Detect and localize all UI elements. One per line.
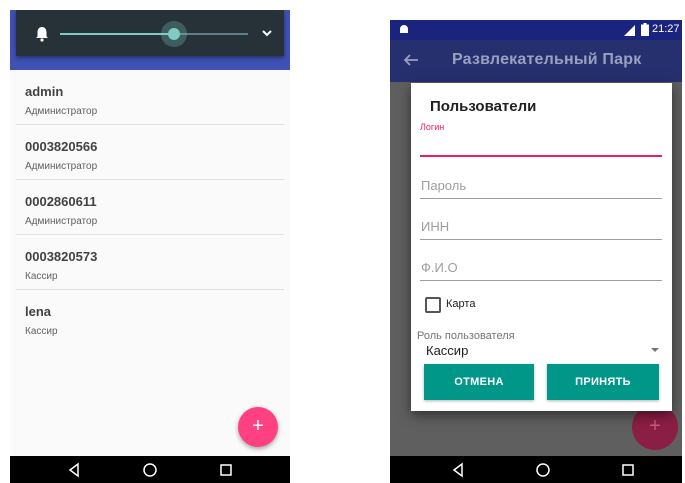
battery-icon xyxy=(641,23,649,36)
user-role: Администратор xyxy=(25,161,98,172)
app-toolbar: Развлекательный Парк xyxy=(390,40,682,82)
user-role: Администратор xyxy=(25,216,98,227)
login-field-label: Логин xyxy=(420,122,445,132)
back-triangle-icon[interactable] xyxy=(66,462,82,478)
user-login: 0003820566 xyxy=(25,139,98,154)
navigation-bar xyxy=(390,456,682,483)
fio-underline xyxy=(420,280,662,281)
left-phone-screen: admin Администратор 0003820566 Администр… xyxy=(10,10,290,483)
add-user-button[interactable]: + xyxy=(238,407,278,447)
user-login: 0002860611 xyxy=(25,194,97,209)
volume-panel xyxy=(16,10,284,56)
login-field[interactable] xyxy=(420,135,662,157)
dropdown-arrow-icon[interactable] xyxy=(651,348,659,352)
list-item[interactable]: admin Администратор xyxy=(16,70,284,125)
back-triangle-icon[interactable] xyxy=(450,462,466,478)
user-list: admin Администратор 0003820566 Администр… xyxy=(10,70,290,344)
list-item[interactable]: 0003820566 Администратор xyxy=(16,125,284,180)
inn-placeholder: ИНН xyxy=(421,219,450,234)
inn-field[interactable]: ИНН xyxy=(420,216,662,240)
fio-placeholder: Ф.И.О xyxy=(421,260,458,275)
right-phone-screen: 21:27 Развлекательный Парк + Пользовател… xyxy=(390,20,682,483)
user-login: 0003820573 xyxy=(25,249,98,264)
user-login: admin xyxy=(25,84,64,99)
dialog-title: Пользователи xyxy=(430,98,537,115)
chevron-down-icon[interactable] xyxy=(260,26,274,40)
fio-field[interactable]: Ф.И.О xyxy=(420,256,662,281)
volume-slider-thumb[interactable] xyxy=(168,28,180,40)
accept-button[interactable]: ПРИНЯТЬ xyxy=(547,364,659,400)
password-underline xyxy=(420,198,662,199)
role-label: Роль пользователя xyxy=(417,330,515,342)
list-item[interactable]: 0003820573 Кассир xyxy=(16,235,284,290)
recents-square-icon[interactable] xyxy=(620,462,636,478)
inn-underline xyxy=(420,239,662,240)
user-login: lena xyxy=(25,304,52,319)
status-time: 21:27 xyxy=(652,23,680,35)
recents-square-icon[interactable] xyxy=(218,462,234,478)
password-placeholder: Пароль xyxy=(421,178,467,193)
home-circle-icon[interactable] xyxy=(142,462,158,478)
user-role: Кассир xyxy=(25,271,58,282)
page-title: Развлекательный Парк xyxy=(452,51,642,68)
card-checkbox-label[interactable]: Карта xyxy=(446,298,475,310)
android-notification-icon xyxy=(400,25,408,33)
card-checkbox[interactable] xyxy=(425,297,441,313)
user-role: Кассир xyxy=(25,326,58,337)
cancel-button[interactable]: ОТМЕНА xyxy=(424,364,534,400)
volume-track-filled[interactable] xyxy=(60,33,174,35)
list-item[interactable]: 0002860611 Администратор xyxy=(16,180,284,235)
role-select[interactable]: Кассир xyxy=(426,343,468,358)
signal-lte-icon xyxy=(624,25,635,36)
status-bar: 21:27 xyxy=(390,20,682,40)
home-circle-icon[interactable] xyxy=(535,462,551,478)
list-item[interactable]: lena Кассир xyxy=(16,290,284,344)
navigation-bar xyxy=(10,456,290,483)
login-underline xyxy=(420,155,662,157)
password-field[interactable]: Пароль xyxy=(420,175,662,199)
back-arrow-icon[interactable] xyxy=(403,52,419,68)
user-role: Администратор xyxy=(25,106,98,117)
user-dialog: Пользователи Логин Пароль ИНН Ф.И.О Карт… xyxy=(411,83,672,411)
bell-icon[interactable] xyxy=(32,24,52,44)
